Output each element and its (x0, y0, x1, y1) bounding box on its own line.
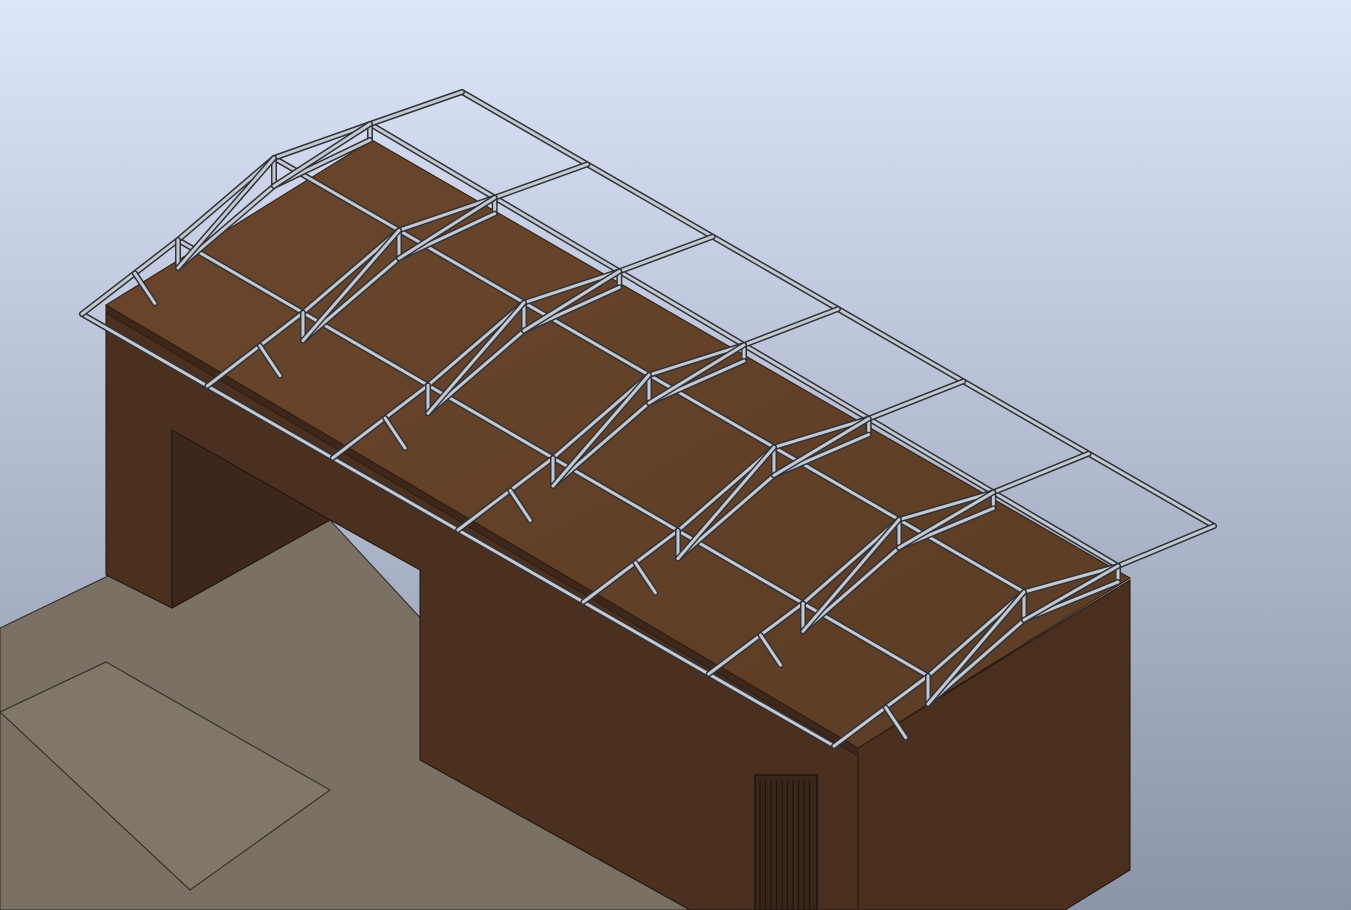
building-roof-frame-model[interactable] (0, 0, 1351, 910)
3d-model-viewport[interactable] (0, 0, 1351, 910)
door[interactable] (754, 774, 818, 910)
